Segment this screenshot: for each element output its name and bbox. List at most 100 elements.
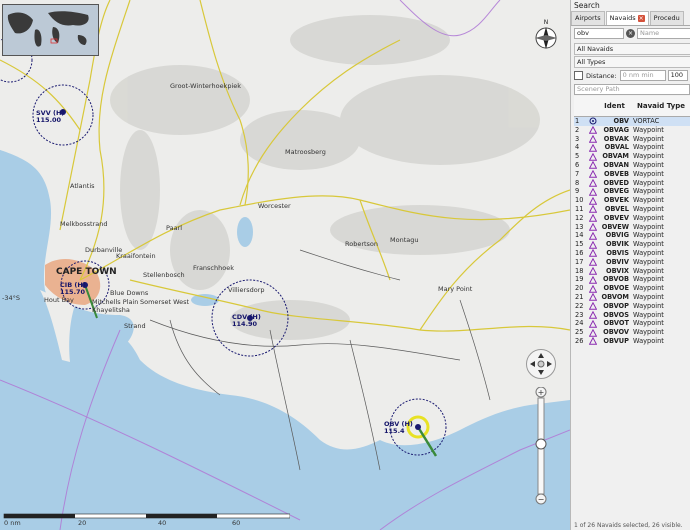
row-type: Waypoint xyxy=(633,266,664,275)
table-row[interactable]: 6 OBVAN Waypoint xyxy=(574,161,690,170)
place-label: Somerset West xyxy=(140,298,190,306)
table-row[interactable]: 16 OBVIS Waypoint xyxy=(574,249,690,258)
distance-row: Distance: 0 nm min 100 xyxy=(574,70,688,81)
pan-control[interactable] xyxy=(526,349,556,379)
place-label: Blue Downs xyxy=(110,289,149,297)
table-row[interactable]: 2 OBVAG Waypoint xyxy=(574,126,690,135)
row-ident: OBVOM xyxy=(601,292,629,301)
place-label: Montagu xyxy=(390,236,419,244)
status-text: 1 of 26 Navaids selected, 26 visible. xyxy=(574,522,683,529)
navaid-cib[interactable]: CIB (H) 115.70 xyxy=(60,282,86,296)
row-type: Waypoint xyxy=(633,143,664,152)
table-row[interactable]: 12 OBVEV Waypoint xyxy=(574,214,690,223)
waypoint-icon xyxy=(586,134,599,144)
table-row[interactable]: 14 OBVIG Waypoint xyxy=(574,231,690,240)
navaid-obv[interactable]: OBV (H) 115.4 xyxy=(384,421,413,435)
table-row[interactable]: 1 OBV VORTAC xyxy=(574,117,690,126)
waypoint-icon xyxy=(586,178,599,188)
row-type: Waypoint xyxy=(633,204,664,213)
place-label: Strand xyxy=(124,322,146,330)
distance-max-input[interactable]: 100 xyxy=(667,70,688,81)
table-row[interactable]: 13 OBVEW Waypoint xyxy=(574,223,690,232)
table-row[interactable]: 20 OBVOE Waypoint xyxy=(574,284,690,293)
search-tabs: Airports Navaids × Procedu xyxy=(571,11,690,26)
row-number: 25 xyxy=(575,328,584,337)
table-row[interactable]: 21 OBVOM Waypoint xyxy=(574,293,690,302)
navaid-freq: 115.00 xyxy=(36,116,62,124)
navaid-svv[interactable]: SVV (H) 115.00 xyxy=(36,110,64,124)
row-type: Waypoint xyxy=(633,152,664,161)
table-row[interactable]: 17 OBVIV Waypoint xyxy=(574,258,690,267)
waypoint-icon xyxy=(586,126,599,135)
column-header-ident[interactable]: Ident xyxy=(598,96,631,116)
map-view[interactable]: N + − 0 nm 20 40 60 Groot-Winterhoekpiek… xyxy=(0,0,570,530)
row-number: 18 xyxy=(575,266,584,275)
row-ident: OBV xyxy=(613,117,629,125)
table-row[interactable]: 26 OBVUP Waypoint xyxy=(574,337,690,346)
row-type: Waypoint xyxy=(633,319,664,328)
tab-procedures[interactable]: Procedu xyxy=(649,11,684,25)
place-label: Khayelitsha xyxy=(92,306,130,314)
navaid-filter-select[interactable]: All Navaids xyxy=(574,43,690,55)
row-type: Waypoint xyxy=(633,328,664,337)
waypoint-icon xyxy=(586,187,599,196)
table-row[interactable]: 23 OBVOS Waypoint xyxy=(574,311,690,320)
zoom-slider[interactable]: + − xyxy=(535,387,547,505)
close-tab-icon[interactable]: × xyxy=(637,15,645,22)
table-row[interactable]: 18 OBVIX Waypoint xyxy=(574,267,690,276)
table-row[interactable]: 25 OBVOV Waypoint xyxy=(574,328,690,337)
waypoint-icon xyxy=(586,302,599,311)
waypoint-icon xyxy=(586,258,599,267)
place-label: Mary Point xyxy=(438,285,473,293)
navaid-cdv[interactable]: CDV (H) 114.90 xyxy=(232,314,261,328)
row-number: 7 xyxy=(575,169,580,178)
waypoint-icon xyxy=(586,275,599,284)
distance-checkbox[interactable] xyxy=(574,71,583,80)
row-ident: OBVAL xyxy=(604,143,629,152)
name-search-input[interactable]: Name xyxy=(637,28,690,39)
row-type: Waypoint xyxy=(633,301,664,310)
row-number: 11 xyxy=(575,204,584,213)
clear-icon[interactable]: × xyxy=(626,29,635,38)
row-number: 4 xyxy=(575,143,580,152)
waypoint-icon xyxy=(586,143,599,152)
column-header-type[interactable]: Navaid Type xyxy=(631,96,690,116)
tab-navaids[interactable]: Navaids × xyxy=(605,11,649,25)
place-label: Melkbosstrand xyxy=(60,220,108,228)
table-row[interactable]: 15 OBVIK Waypoint xyxy=(574,240,690,249)
place-label: Robertson xyxy=(345,240,379,248)
table-row[interactable]: 7 OBVEB Waypoint xyxy=(574,170,690,179)
row-ident: OBVAN xyxy=(603,160,629,169)
table-row[interactable]: 22 OBVOP Waypoint xyxy=(574,302,690,311)
row-type: Waypoint xyxy=(633,196,664,205)
row-number: 16 xyxy=(575,248,584,257)
search-row: obv × Name xyxy=(574,28,690,39)
waypoint-icon xyxy=(586,284,599,293)
table-row[interactable]: 8 OBVED Waypoint xyxy=(574,179,690,188)
map-canvas[interactable] xyxy=(0,0,570,530)
distance-min-input[interactable]: 0 nm min xyxy=(619,70,666,81)
scale-label-0: 0 nm xyxy=(4,519,21,527)
type-filter-select[interactable]: All Types xyxy=(574,56,690,68)
table-row[interactable]: 19 OBVOB Waypoint xyxy=(574,275,690,284)
waypoint-icon xyxy=(586,196,599,205)
row-ident: OBVEK xyxy=(603,196,629,205)
overview-map[interactable] xyxy=(2,4,99,56)
scenery-path-input[interactable]: Scenery Path xyxy=(574,84,690,95)
tab-airports[interactable]: Airports xyxy=(571,11,605,25)
table-row[interactable]: 4 OBVAL Waypoint xyxy=(574,143,690,152)
table-row[interactable]: 11 OBVEL Waypoint xyxy=(574,205,690,214)
table-row[interactable]: 24 OBVOT Waypoint xyxy=(574,319,690,328)
row-type: Waypoint xyxy=(633,240,664,249)
row-ident: OBVOE xyxy=(603,284,629,293)
row-type: Waypoint xyxy=(633,336,664,345)
table-row[interactable]: 5 OBVAM Waypoint xyxy=(574,152,690,161)
table-row[interactable]: 10 OBVEK Waypoint xyxy=(574,196,690,205)
row-ident: OBVOP xyxy=(603,301,629,310)
svg-text:N: N xyxy=(544,19,549,26)
table-row[interactable]: 9 OBVEG Waypoint xyxy=(574,187,690,196)
ident-search-input[interactable]: obv xyxy=(574,28,624,39)
row-number: 23 xyxy=(575,310,584,319)
waypoint-icon xyxy=(586,293,599,302)
table-row[interactable]: 3 OBVAK Waypoint xyxy=(574,135,690,144)
